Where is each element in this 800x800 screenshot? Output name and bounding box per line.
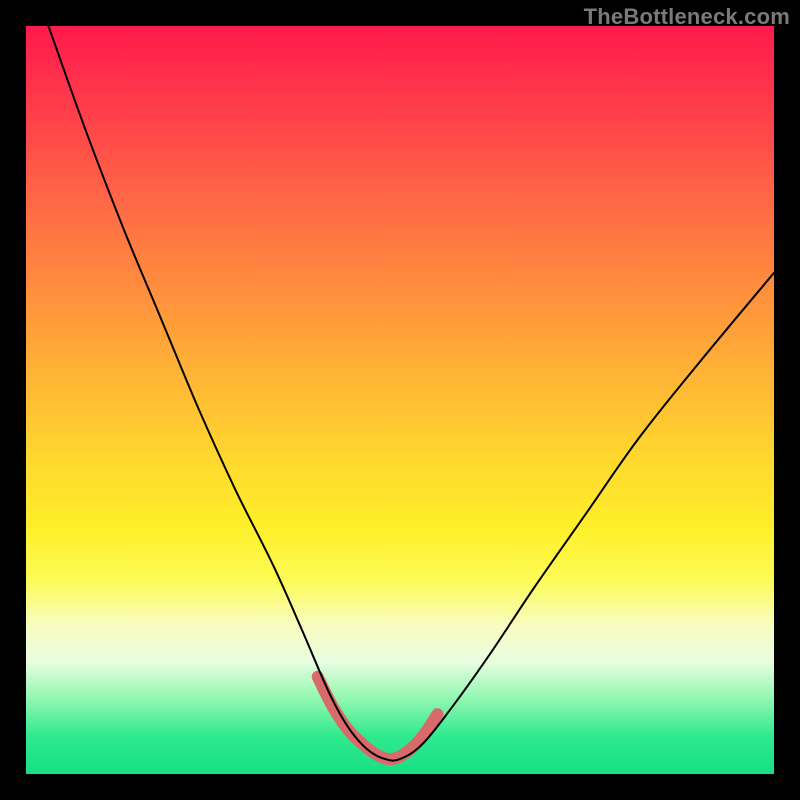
bottleneck-curve: [48, 26, 774, 761]
plot-area: [26, 26, 774, 774]
outer-frame: TheBottleneck.com: [0, 0, 800, 800]
chart-svg: [26, 26, 774, 774]
watermark: TheBottleneck.com: [584, 4, 790, 30]
